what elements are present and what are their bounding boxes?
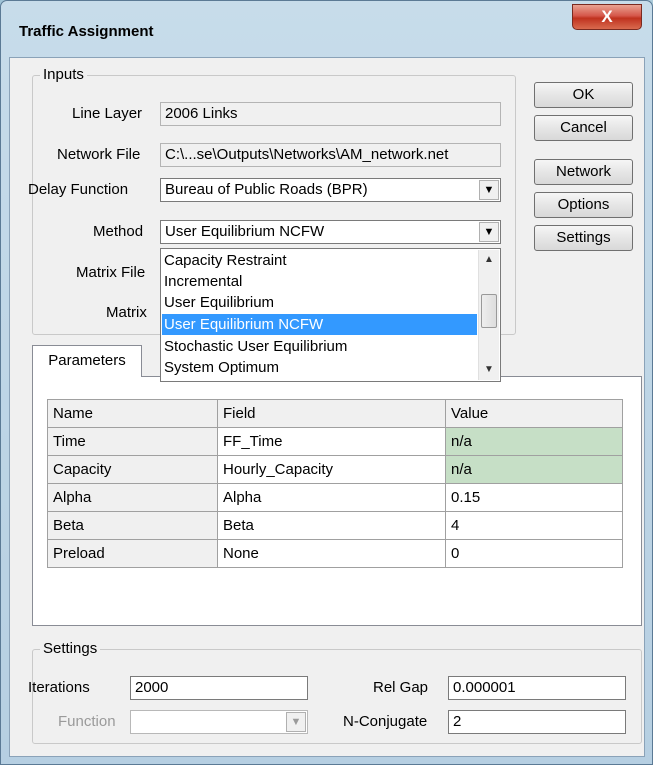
traffic-assignment-window: Traffic Assignment X Inputs Line Layer 2… [0,0,653,765]
matrix-file-label: Matrix File [76,264,146,281]
settings-button[interactable]: Settings [534,225,633,251]
settings-group-label: Settings [40,640,101,657]
row-name: Preload [47,539,218,568]
column-header-name: Name [47,399,218,428]
matrix-label: Matrix [106,304,147,321]
row-name: Capacity [47,455,218,484]
ok-button[interactable]: OK [534,82,633,108]
method-option-selected[interactable]: User Equilibrium NCFW [162,314,477,335]
close-button[interactable]: X [572,4,642,30]
tab-parameters[interactable]: Parameters [32,345,142,377]
rel-gap-field[interactable]: 0.000001 [448,676,626,700]
chevron-down-icon[interactable]: ▼ [479,222,499,242]
column-header-value: Value [445,399,623,428]
method-option[interactable]: Incremental [162,271,477,292]
network-button[interactable]: Network [534,159,633,185]
table-row[interactable]: Alpha Alpha 0.15 [47,483,623,512]
method-value: User Equilibrium NCFW [165,223,325,240]
row-value[interactable]: 0 [445,539,623,568]
row-name: Alpha [47,483,218,512]
n-conjugate-label: N-Conjugate [343,713,428,730]
method-option[interactable]: User Equilibrium [162,292,477,313]
method-dropdown-list[interactable]: Capacity Restraint Incremental User Equi… [160,248,501,382]
line-layer-label: Line Layer [72,105,143,122]
row-field[interactable]: None [217,539,446,568]
chevron-down-icon[interactable]: ▼ [479,180,499,200]
row-value[interactable]: n/a [445,427,623,456]
inputs-group-label: Inputs [40,66,87,83]
iterations-field[interactable]: 2000 [130,676,308,700]
row-field[interactable]: Beta [217,511,446,540]
function-label: Function [58,713,116,730]
function-select: ▼ [130,710,308,734]
row-value[interactable]: 0.15 [445,483,623,512]
chevron-down-icon: ▼ [286,712,306,732]
method-option[interactable]: Stochastic User Equilibrium [162,336,477,357]
dialog-client-area: Inputs Line Layer 2006 Links Network Fil… [9,57,645,757]
scroll-thumb[interactable] [481,294,497,328]
row-value[interactable]: 4 [445,511,623,540]
parameters-grid: Name Field Value Time FF_Time n/a Capaci… [47,399,623,568]
delay-function-select[interactable]: Bureau of Public Roads (BPR) ▼ [160,178,501,202]
grid-header-row: Name Field Value [47,399,623,428]
delay-function-value: Bureau of Public Roads (BPR) [165,181,368,198]
method-label: Method [93,223,144,240]
column-header-field: Field [217,399,446,428]
row-value[interactable]: n/a [445,455,623,484]
iterations-label: Iterations [28,679,90,696]
method-select[interactable]: User Equilibrium NCFW ▼ [160,220,501,244]
line-layer-field: 2006 Links [160,102,501,126]
options-button[interactable]: Options [534,192,633,218]
rel-gap-label: Rel Gap [373,679,429,696]
table-row[interactable]: Beta Beta 4 [47,511,623,540]
cancel-button[interactable]: Cancel [534,115,633,141]
network-file-field: C:\...se\Outputs\Networks\AM_network.net [160,143,501,167]
row-field[interactable]: Alpha [217,483,446,512]
row-name: Time [47,427,218,456]
table-row[interactable]: Time FF_Time n/a [47,427,623,456]
network-file-label: Network File [57,146,141,163]
n-conjugate-field[interactable]: 2 [448,710,626,734]
table-row[interactable]: Capacity Hourly_Capacity n/a [47,455,623,484]
delay-function-label: Delay Function [28,181,129,198]
dropdown-scrollbar[interactable]: ▲ ▼ [478,250,499,380]
table-row[interactable]: Preload None 0 [47,539,623,568]
window-title: Traffic Assignment [19,23,154,40]
row-field[interactable]: FF_Time [217,427,446,456]
scroll-down-icon[interactable]: ▼ [481,362,497,378]
method-option[interactable]: System Optimum [162,357,477,378]
row-field[interactable]: Hourly_Capacity [217,455,446,484]
row-name: Beta [47,511,218,540]
method-option[interactable]: Capacity Restraint [162,250,477,271]
parameters-panel: Name Field Value Time FF_Time n/a Capaci… [32,376,642,626]
scroll-up-icon[interactable]: ▲ [481,252,497,268]
